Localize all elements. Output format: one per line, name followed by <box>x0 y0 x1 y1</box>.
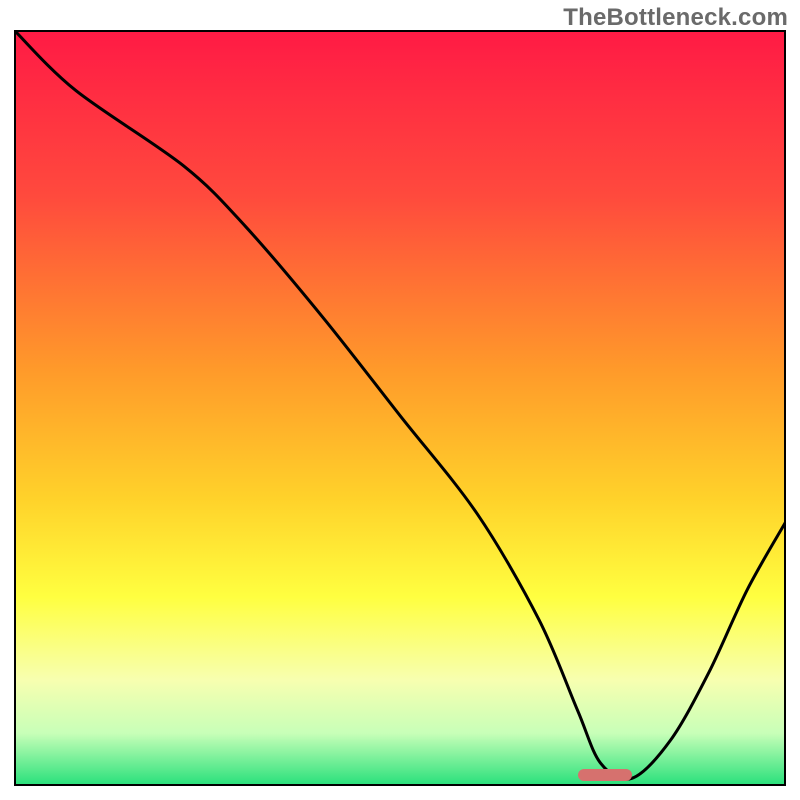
chart-svg <box>14 30 786 786</box>
watermark-text: TheBottleneck.com <box>563 4 788 32</box>
chart-root: { "watermark": "TheBottleneck.com", "cha… <box>0 0 800 800</box>
optimal-marker <box>578 769 632 781</box>
gradient-background <box>14 30 786 786</box>
plot-area <box>14 30 786 786</box>
